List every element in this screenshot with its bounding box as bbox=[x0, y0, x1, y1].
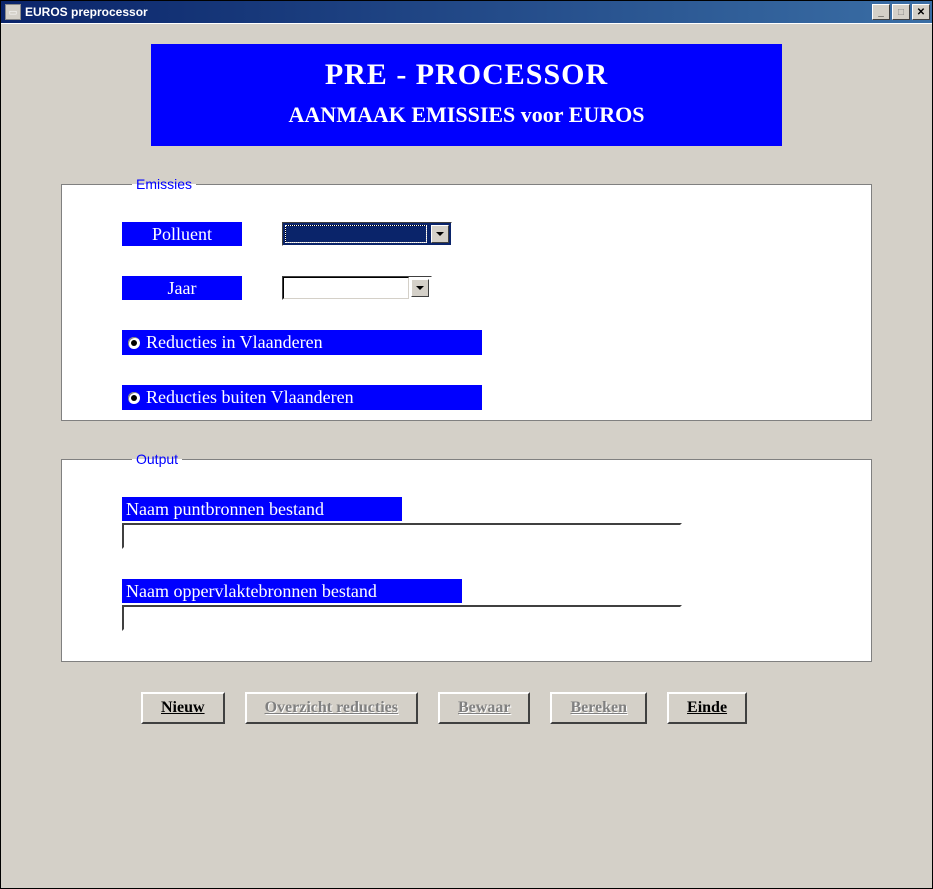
jaar-label: Jaar bbox=[122, 276, 242, 300]
jaar-row: Jaar bbox=[122, 276, 811, 300]
close-button[interactable]: ✕ bbox=[912, 4, 930, 20]
output-group: Output Naam puntbronnen bestand Naam opp… bbox=[61, 451, 872, 662]
emissies-group: Emissies Polluent Jaar Reducties in Vlaa… bbox=[61, 176, 872, 421]
window-title: EUROS preprocessor bbox=[25, 5, 872, 19]
polluent-row: Polluent bbox=[122, 222, 811, 246]
puntbronnen-input[interactable] bbox=[122, 523, 682, 549]
einde-button[interactable]: Einde bbox=[667, 692, 747, 724]
radio-icon bbox=[128, 337, 140, 349]
jaar-value bbox=[283, 277, 409, 299]
banner-subtitle: AANMAAK EMISSIES voor EUROS bbox=[161, 102, 772, 128]
oppervlakte-label: Naam oppervlaktebronnen bestand bbox=[122, 579, 462, 603]
radio-reducties-vlaanderen[interactable]: Reducties in Vlaanderen bbox=[122, 330, 482, 355]
client-area: PRE - PROCESSOR AANMAAK EMISSIES voor EU… bbox=[1, 23, 932, 888]
oppervlakte-input[interactable] bbox=[122, 605, 682, 631]
jaar-combobox[interactable] bbox=[282, 276, 432, 300]
radio-label-vlaanderen: Reducties in Vlaanderen bbox=[146, 332, 323, 353]
window-buttons: _ □ ✕ bbox=[872, 4, 930, 20]
maximize-button[interactable]: □ bbox=[892, 4, 910, 20]
emissies-legend: Emissies bbox=[132, 176, 196, 192]
puntbronnen-block: Naam puntbronnen bestand bbox=[122, 497, 811, 549]
overzicht-button[interactable]: Overzicht reducties bbox=[245, 692, 418, 724]
bereken-button[interactable]: Bereken bbox=[550, 692, 647, 724]
polluent-combobox[interactable] bbox=[282, 222, 452, 246]
radio-icon bbox=[128, 392, 140, 404]
titlebar: ▭ EUROS preprocessor _ □ ✕ bbox=[1, 1, 932, 23]
header-banner: PRE - PROCESSOR AANMAAK EMISSIES voor EU… bbox=[151, 44, 782, 146]
banner-title: PRE - PROCESSOR bbox=[161, 58, 772, 92]
button-bar: Nieuw Overzicht reducties Bewaar Bereken… bbox=[61, 692, 872, 724]
app-icon: ▭ bbox=[5, 4, 21, 20]
bewaar-button[interactable]: Bewaar bbox=[438, 692, 530, 724]
polluent-label: Polluent bbox=[122, 222, 242, 246]
minimize-button[interactable]: _ bbox=[872, 4, 890, 20]
radio-label-buiten: Reducties buiten Vlaanderen bbox=[146, 387, 354, 408]
radio-reducties-buiten[interactable]: Reducties buiten Vlaanderen bbox=[122, 385, 482, 410]
output-legend: Output bbox=[132, 451, 182, 467]
puntbronnen-label: Naam puntbronnen bestand bbox=[122, 497, 402, 521]
chevron-down-icon[interactable] bbox=[411, 279, 429, 297]
nieuw-button[interactable]: Nieuw bbox=[141, 692, 225, 724]
polluent-value bbox=[285, 225, 427, 243]
chevron-down-icon[interactable] bbox=[431, 225, 449, 243]
app-window: ▭ EUROS preprocessor _ □ ✕ PRE - PROCESS… bbox=[0, 0, 933, 889]
oppervlakte-block: Naam oppervlaktebronnen bestand bbox=[122, 579, 811, 631]
